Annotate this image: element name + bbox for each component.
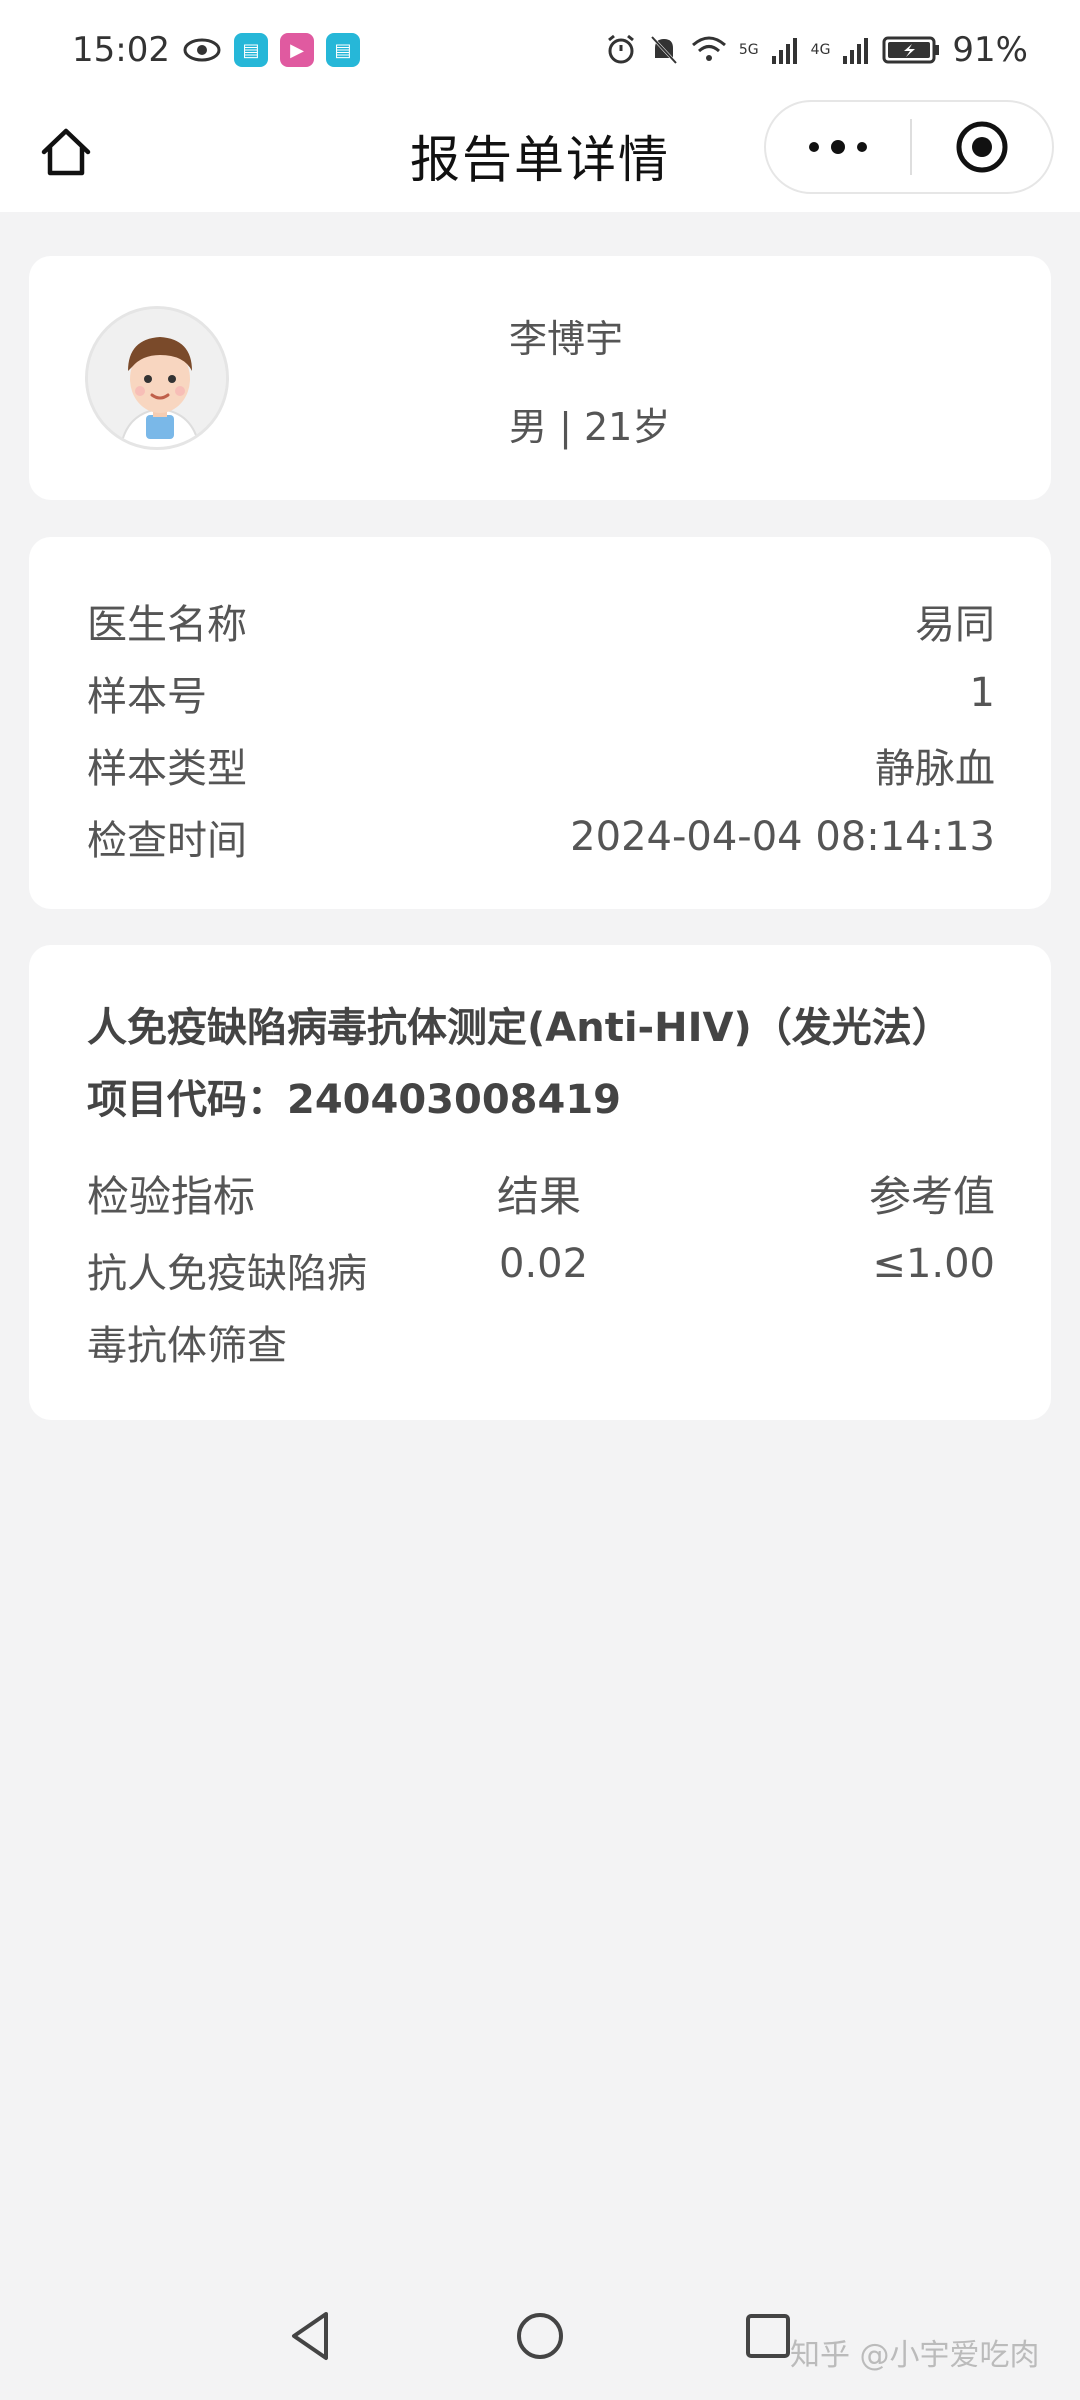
info-row-doctor: 医生名称 易同: [87, 585, 995, 657]
test-result-card: 人免疫缺陷病毒抗体测定(Anti-HIV)（发光法） 项目代码：24040300…: [29, 945, 1051, 1420]
home-icon: [41, 128, 91, 176]
more-button[interactable]: [766, 102, 910, 192]
status-bar: 15:02 ▤ ▶ ▤ 5G 4G 91%: [0, 0, 1080, 100]
reference-value: ≤1.00: [872, 1241, 995, 1287]
nav-bar: 报告单详情: [0, 100, 1080, 212]
report-info-card: 医生名称 易同 样本号 1 样本类型 静脉血 检查时间 2024-04-04 0…: [29, 537, 1051, 909]
mute-bell-icon: [650, 35, 677, 65]
signal-5g-icon: [771, 38, 797, 64]
back-button[interactable]: [286, 2308, 334, 2368]
info-row-sample-type: 样本类型 静脉血: [87, 729, 995, 801]
battery-percent: 91%: [952, 30, 1028, 70]
status-bar-left: 15:02 ▤ ▶ ▤: [72, 30, 360, 70]
info-row-exam-time: 检查时间 2024-04-04 08:14:13: [87, 801, 995, 873]
indicator-name-line2: 毒抗体筛查: [87, 1323, 287, 1369]
result-value: 0.02: [499, 1241, 589, 1287]
info-label: 样本号: [87, 674, 207, 720]
info-label: 检查时间: [87, 818, 247, 864]
page-title: 报告单详情: [410, 131, 670, 189]
info-value: 易同: [915, 602, 995, 648]
signal-5g-label: 5G: [738, 42, 759, 58]
home-nav-button[interactable]: [512, 2308, 568, 2368]
battery-icon: [882, 36, 940, 64]
target-close-icon: [956, 121, 1008, 173]
book-app-icon-2: ▤: [325, 33, 360, 67]
info-value: 1: [969, 670, 995, 716]
info-label: 医生名称: [87, 602, 247, 648]
info-value: 静脉血: [875, 746, 995, 792]
recent-square-icon: [746, 2314, 790, 2358]
doctor-avatar-icon: [88, 309, 226, 447]
test-code: 项目代码：240403008419: [87, 1077, 621, 1123]
home-circle-icon: [517, 2313, 563, 2359]
header-result: 结果: [497, 1172, 582, 1221]
book-app-icon: ▤: [233, 33, 268, 67]
eye-icon: [183, 38, 221, 62]
status-bar-right: 5G 4G 91%: [605, 30, 1028, 70]
info-value: 2024-04-04 08:14:13: [570, 814, 995, 860]
more-icon: [809, 140, 867, 154]
status-time: 15:02: [72, 30, 170, 70]
test-title: 人免疫缺陷病毒抗体测定(Anti-HIV)（发光法）: [87, 1005, 952, 1051]
patient-gender-age: 男 | 21岁: [509, 405, 671, 449]
close-mini-program-button[interactable]: [912, 102, 1052, 192]
signal-4g-label: 4G: [810, 42, 831, 58]
video-app-icon: ▶: [279, 33, 314, 67]
avatar: [85, 306, 229, 450]
info-row-sample-number: 样本号 1: [87, 657, 995, 729]
mini-program-capsule: [764, 100, 1054, 194]
indicator-name-line1: 抗人免疫缺陷病: [87, 1251, 367, 1297]
patient-name: 李博宇: [509, 317, 624, 361]
home-button[interactable]: [32, 118, 100, 186]
patient-card: 李博宇 男 | 21岁: [29, 256, 1051, 500]
recent-apps-button[interactable]: [744, 2312, 792, 2364]
signal-4g-icon: [843, 38, 869, 64]
info-label: 样本类型: [87, 746, 247, 792]
back-triangle-icon: [292, 2312, 328, 2360]
watermark-text: 知乎 @小宇爱吃肉: [790, 2338, 1040, 2373]
header-reference: 参考值: [868, 1172, 995, 1221]
wifi-icon: [691, 36, 726, 61]
alarm-icon: [607, 34, 634, 64]
header-indicator: 检验指标: [87, 1172, 256, 1221]
